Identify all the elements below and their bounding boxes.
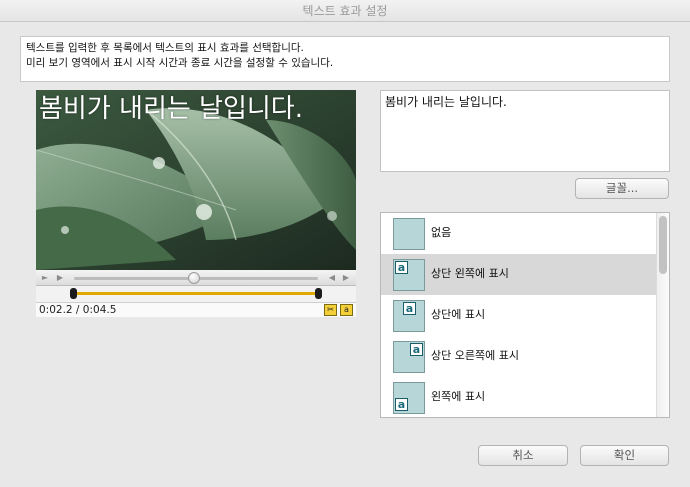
effect-item[interactable]: a 상단 오른쪽에 표시 [381, 336, 657, 377]
text-effect-dialog: 텍스트 효과 설정 텍스트를 입력한 후 목록에서 텍스트의 표시 효과를 선택… [0, 0, 690, 487]
trim-range [74, 292, 318, 295]
trim-end-handle[interactable] [315, 288, 322, 299]
step-back-icon[interactable]: ◀ [326, 272, 338, 284]
effect-thumbnail: a [393, 341, 425, 373]
effect-label: 상단 왼쪽에 표시 [431, 267, 509, 280]
effect-thumbnail: a [393, 259, 425, 291]
text-glyph-icon: a [403, 302, 416, 315]
instruction-line-1: 텍스트를 입력한 후 목록에서 텍스트의 표시 효과를 선택합니다. [26, 42, 304, 54]
step-forward-icon[interactable]: ▶ [340, 272, 352, 284]
text-glyph-icon: a [395, 398, 408, 411]
font-button[interactable]: 글꼴... [575, 178, 669, 199]
effect-label: 왼쪽에 표시 [431, 390, 486, 403]
playhead-knob[interactable] [187, 272, 200, 284]
effect-label: 없음 [431, 226, 452, 239]
time-readout: 0:02.2 / 0:04.5 [39, 304, 117, 316]
instruction-line-2: 미리 보기 영역에서 표시 시작 시간과 종료 시간을 설정할 수 있습니다. [26, 57, 334, 69]
effect-label: 상단 오른쪽에 표시 [431, 349, 519, 362]
text-input[interactable]: 봄비가 내리는 날입니다. [380, 90, 670, 172]
effect-thumbnail: a [393, 300, 425, 332]
instructions-box: 텍스트를 입력한 후 목록에서 텍스트의 표시 효과를 선택합니다. 미리 보기… [20, 36, 670, 82]
overlay-text: 봄비가 내리는 날입니다. [39, 94, 303, 124]
text-glyph-icon: a [395, 261, 408, 274]
effect-item[interactable]: a 상단 왼쪽에 표시 [381, 254, 657, 295]
ok-button[interactable]: 확인 [580, 445, 669, 466]
volume-icon[interactable]: ► [39, 272, 51, 284]
video-preview[interactable]: 봄비가 내리는 날입니다. [36, 90, 356, 270]
effect-label: 상단에 표시 [431, 308, 486, 321]
effect-item[interactable]: 없음 [381, 213, 657, 254]
effect-item[interactable]: a 왼쪽에 표시 [381, 377, 657, 417]
trim-bar[interactable] [36, 286, 356, 302]
list-scrollbar[interactable] [656, 213, 669, 417]
play-icon[interactable]: ▶ [54, 272, 66, 284]
cut-icon[interactable]: ✂ [324, 304, 337, 316]
effect-thumbnail [393, 218, 425, 250]
window-title: 텍스트 효과 설정 [0, 0, 690, 22]
text-icon[interactable]: a [340, 304, 353, 316]
text-glyph-icon: a [410, 343, 423, 356]
effect-thumbnail: a [393, 382, 425, 414]
cancel-button[interactable]: 취소 [478, 445, 568, 466]
effect-item[interactable]: a 상단에 표시 [381, 295, 657, 336]
effect-list[interactable]: a 왼쪽에 표시 a 상단 오른쪽에 표시 a 상단에 표시 a 상단 왼쪽에 표시 없음 [380, 212, 670, 418]
scrollbar-thumb[interactable] [659, 216, 667, 274]
playback-scrubber[interactable]: ► ▶ ◀ ▶ [36, 270, 356, 286]
trim-start-handle[interactable] [70, 288, 77, 299]
time-bar: 0:02.2 / 0:04.5 ✂ a [36, 302, 356, 317]
